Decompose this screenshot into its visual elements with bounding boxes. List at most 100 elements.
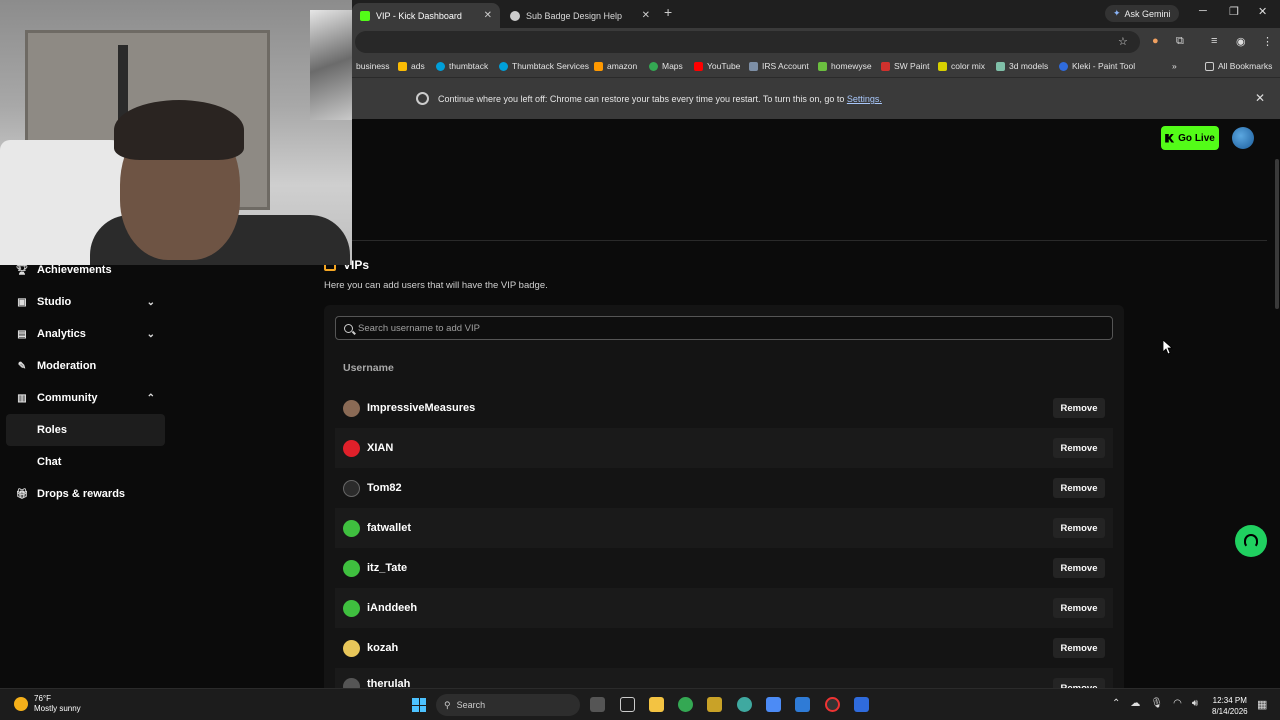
media-controls-icon[interactable]: ≡ (1211, 35, 1217, 47)
bookmark-3d-models[interactable]: 3d models (996, 61, 1048, 71)
sidebar-item-community[interactable]: ▥ Community ⌃ (6, 382, 165, 414)
infobar-text: Continue where you left off: Chrome can … (438, 94, 882, 104)
address-bar[interactable] (355, 31, 1140, 53)
profile-icon[interactable]: ◉ (1236, 35, 1246, 48)
notepad-icon[interactable] (620, 697, 635, 712)
minimize-icon[interactable]: ─ (1199, 5, 1207, 17)
volume-icon[interactable]: 🔊︎ (1192, 698, 1198, 709)
start-button[interactable] (412, 698, 426, 712)
tab-vip-kick-dashboard[interactable]: VIP - Kick Dashboard ✕ (352, 3, 500, 28)
tab-sub-badge-design-help[interactable]: Sub Badge Design Help ✕ (502, 3, 658, 28)
bookmark-amazon[interactable]: amazon (594, 61, 637, 71)
remove-button[interactable]: Remove (1053, 558, 1105, 578)
new-tab-button[interactable]: + (664, 4, 672, 20)
remove-button[interactable]: Remove (1053, 478, 1105, 498)
extension-icon[interactable]: ● (1152, 35, 1159, 47)
username[interactable]: iAnddeeh (367, 602, 417, 614)
bookmark-kleki-paint-tool[interactable]: Kleki - Paint Tool (1059, 61, 1135, 71)
sidebar-item-analytics[interactable]: ▤ Analytics ⌄ (6, 318, 165, 350)
app-stack-icon[interactable] (707, 697, 722, 712)
bookmark-ads[interactable]: ads (398, 61, 425, 71)
taskbar-search[interactable]: ⚲ Search (436, 694, 580, 716)
chrome-icon (416, 92, 429, 105)
username[interactable]: fatwallet (367, 522, 411, 534)
task-view-icon[interactable] (590, 697, 605, 712)
chevron-up-icon[interactable]: ⌃ (1112, 698, 1120, 709)
page-scrollbar[interactable] (1275, 159, 1279, 309)
search-input[interactable] (358, 322, 1098, 334)
bookmark-sw-paint[interactable]: SW Paint (881, 61, 929, 71)
username[interactable]: XIAN (367, 442, 393, 454)
remove-button[interactable]: Remove (1053, 638, 1105, 658)
microphone-icon[interactable]: 🎙︎ (1150, 698, 1163, 709)
globe-app-icon[interactable] (737, 697, 752, 712)
bookmark-homewyse[interactable]: homewyse (818, 61, 872, 71)
close-window-icon[interactable]: ✕ (1258, 5, 1267, 18)
close-tab-icon[interactable]: ✕ (484, 10, 492, 21)
taskbar-search-label: Search (456, 700, 486, 710)
menu-dots-icon[interactable]: ⋮ (1262, 35, 1273, 48)
remove-button[interactable]: Remove (1053, 518, 1105, 538)
table-row: kozah Remove (335, 628, 1113, 668)
ask-gemini-button[interactable]: ✦ Ask Gemini (1105, 5, 1179, 22)
bookmark-thumbtack[interactable]: thumbtack (436, 61, 488, 71)
restore-icon[interactable]: ❐ (1229, 5, 1239, 18)
sidebar-item-drops-rewards[interactable]: 🎁︎ Drops & rewards (6, 478, 165, 510)
close-tab-icon[interactable]: ✕ (642, 10, 650, 21)
system-tray: ⌃ ☁ 🎙︎ ◠ 🔊︎ (1112, 698, 1198, 709)
obs-icon[interactable] (825, 697, 840, 712)
remove-button[interactable]: Remove (1053, 678, 1105, 688)
close-infobar-icon[interactable]: ✕ (1255, 91, 1265, 105)
irs-icon (749, 61, 758, 71)
sidebar-item-chat[interactable]: Chat (6, 446, 165, 478)
kick-favicon-icon (360, 10, 370, 21)
sidebar-item-label: Achievements (37, 264, 112, 276)
remove-button[interactable]: Remove (1053, 598, 1105, 618)
avatar (343, 559, 360, 577)
all-bookmarks-button[interactable]: All Bookmarks (1205, 61, 1272, 71)
sidebar-item-moderation[interactable]: ✎ Moderation (6, 350, 165, 382)
all-bookmarks-label: All Bookmarks (1218, 61, 1273, 71)
3d-icon (996, 61, 1005, 71)
bookmark-youtube[interactable]: YouTube (694, 61, 740, 71)
weather-widget[interactable]: 76°F Mostly sunny (14, 694, 81, 714)
go-live-button[interactable]: Go Live (1161, 126, 1219, 150)
bookmark-business[interactable]: business (356, 61, 390, 71)
vip-search-field[interactable] (335, 316, 1113, 340)
bookmark-thumbtack-services[interactable]: Thumbtack Services (499, 61, 589, 71)
remove-button[interactable]: Remove (1053, 438, 1105, 458)
taskbar-clock[interactable]: 12:34 PM 8/14/2026 (1212, 695, 1248, 717)
analytics-icon: ▤ (17, 328, 27, 340)
headset-icon (1244, 534, 1258, 548)
drawing-app-icon[interactable] (795, 697, 810, 712)
wifi-icon[interactable]: ◠ (1173, 698, 1182, 709)
sidebar-item-label: Roles (37, 424, 67, 436)
bookmark-irs-account[interactable]: IRS Account (749, 61, 809, 71)
username[interactable]: therulah (367, 678, 410, 688)
settings-link[interactable]: Settings. (847, 94, 882, 104)
bookmark-label: amazon (607, 61, 638, 71)
weather-desc: Mostly sunny (34, 704, 81, 713)
kick-logo-icon (1165, 133, 1175, 143)
bookmark-star-icon[interactable]: ☆ (1118, 35, 1128, 48)
onedrive-icon[interactable]: ☁ (1130, 698, 1140, 709)
word-app-icon[interactable] (854, 697, 869, 712)
more-bookmarks-chevron-icon[interactable]: » (1172, 61, 1177, 71)
file-explorer-icon[interactable] (649, 697, 664, 712)
bookmark-maps[interactable]: Maps (649, 61, 683, 71)
sidebar-item-studio[interactable]: ▣ Studio ⌄ (6, 286, 165, 318)
username[interactable]: itz_Tate (367, 562, 407, 574)
sidebar-item-roles[interactable]: Roles (6, 414, 165, 446)
bookmark-label: SW Paint (894, 61, 930, 71)
remove-button[interactable]: Remove (1053, 398, 1105, 418)
user-avatar[interactable] (1232, 127, 1254, 149)
extensions-puzzle-icon[interactable]: ⧉ (1176, 35, 1184, 48)
username[interactable]: kozah (367, 642, 398, 654)
chrome-icon[interactable] (678, 697, 693, 712)
document-app-icon[interactable] (766, 697, 781, 712)
notification-icon[interactable]: ▦ (1257, 698, 1267, 711)
bookmark-color-mix[interactable]: color mix (938, 61, 985, 71)
support-chat-button[interactable] (1235, 525, 1267, 557)
username[interactable]: ImpressiveMeasures (367, 402, 475, 414)
username[interactable]: Tom82 (367, 482, 402, 494)
